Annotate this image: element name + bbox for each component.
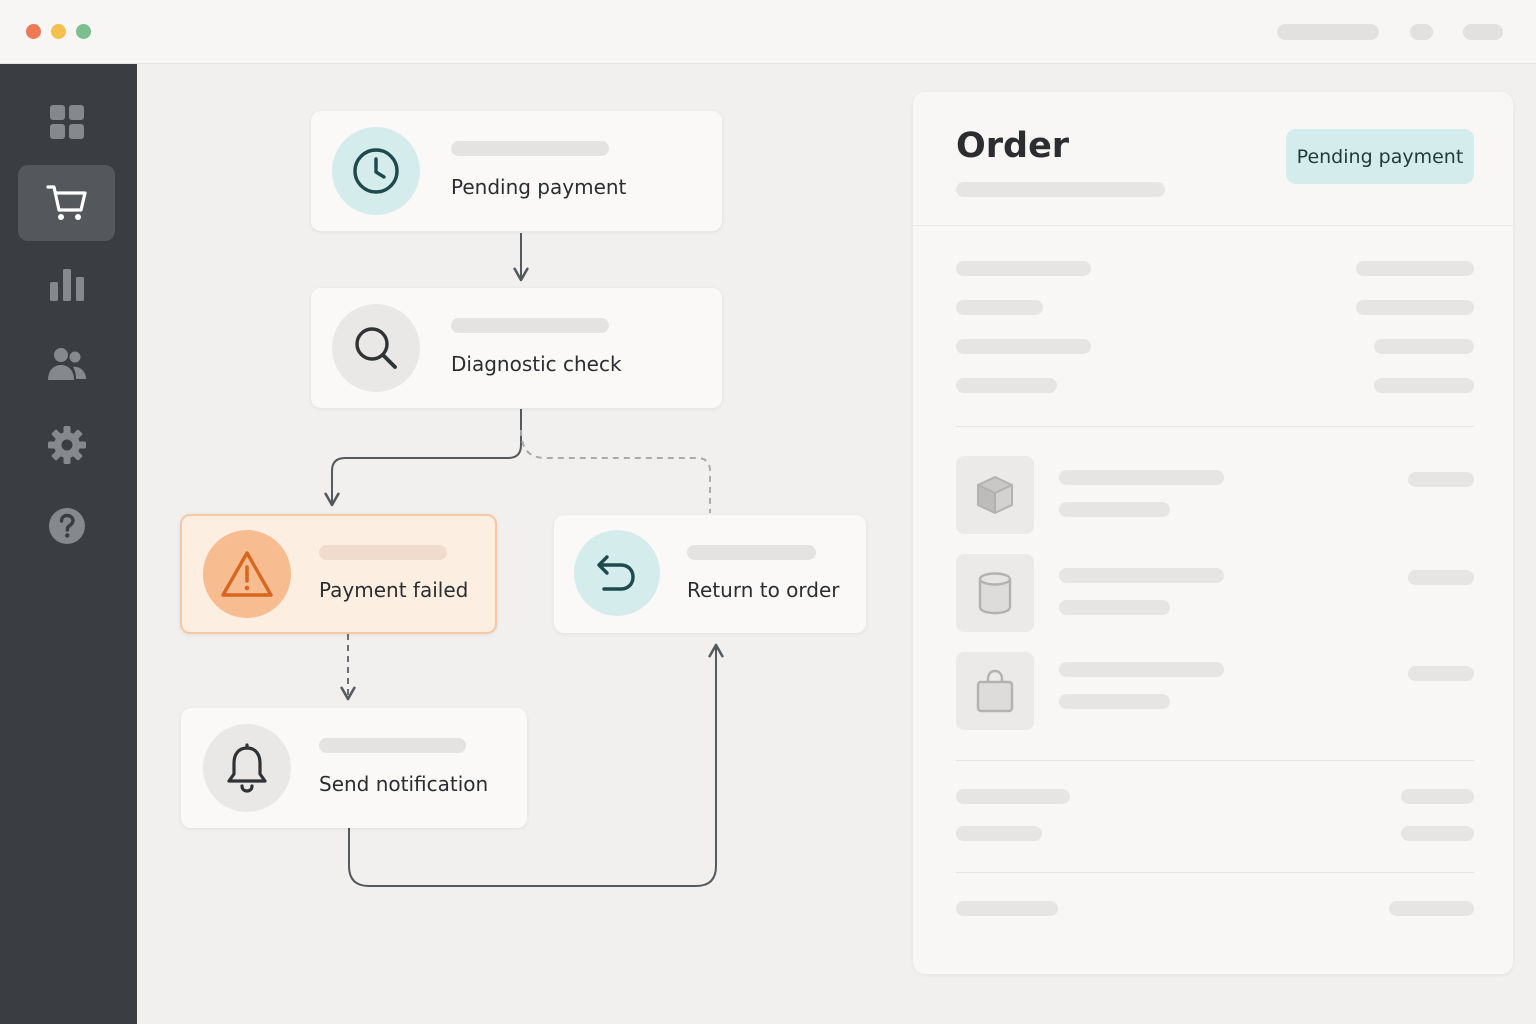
flow-node-pending-payment[interactable]: Pending payment: [311, 111, 722, 231]
totals-label-placeholder: [956, 789, 1070, 804]
totals-value-placeholder: [1401, 789, 1474, 804]
header-divider: [913, 225, 1513, 226]
bag-icon: [976, 669, 1014, 713]
summary-label-placeholder: [956, 339, 1091, 354]
node-placeholder: [451, 318, 609, 333]
node-placeholder: [319, 545, 447, 560]
order-panel: Order Pending payment: [913, 92, 1513, 974]
summary-value-placeholder: [1356, 300, 1474, 315]
users-icon: [47, 348, 86, 380]
sidebar-item-settings[interactable]: [18, 407, 115, 483]
node-label: Payment failed: [319, 578, 469, 602]
cart-icon: [45, 185, 87, 220]
line-item-price-placeholder: [1408, 666, 1474, 681]
node-icon-badge: [332, 127, 420, 215]
sidebar-item-orders[interactable]: [18, 165, 115, 241]
summary-label-placeholder: [956, 378, 1057, 393]
titlebar-placeholder: [1410, 24, 1433, 40]
sidebar-item-dashboard[interactable]: [18, 84, 115, 160]
line-item-title-placeholder: [1059, 568, 1224, 583]
node-placeholder: [687, 545, 816, 560]
line-item-sub-placeholder: [1059, 694, 1170, 709]
grid-icon: [49, 105, 84, 139]
sidebar: [0, 64, 137, 1024]
bar-chart-icon: [49, 269, 84, 301]
line-item-price-placeholder: [1408, 570, 1474, 585]
flow-node-diagnostic-check[interactable]: Diagnostic check: [311, 288, 722, 408]
window-close-button[interactable]: [26, 24, 41, 39]
sidebar-item-customers[interactable]: [18, 326, 115, 402]
line-item-sub-placeholder: [1059, 600, 1170, 615]
summary-label-placeholder: [956, 261, 1091, 276]
help-icon: [48, 508, 85, 544]
warning-icon: [221, 551, 273, 597]
window-titlebar: [0, 0, 1536, 64]
section-divider: [956, 760, 1474, 761]
connector-diagnostic-to-return: [520, 429, 711, 513]
window-maximize-button[interactable]: [76, 24, 91, 39]
node-label: Diagnostic check: [451, 352, 622, 376]
node-icon-badge: [332, 304, 420, 392]
grand-total-label-placeholder: [956, 901, 1058, 916]
line-item-title-placeholder: [1059, 470, 1224, 485]
clock-icon: [353, 148, 399, 194]
totals-value-placeholder: [1401, 826, 1474, 841]
summary-value-placeholder: [1374, 339, 1474, 354]
section-divider: [956, 872, 1474, 873]
line-item-price-placeholder: [1408, 472, 1474, 487]
line-item-thumbnail: [956, 652, 1034, 730]
node-label: Send notification: [319, 772, 489, 796]
sidebar-item-help[interactable]: [18, 488, 115, 564]
order-subtitle-placeholder: [956, 182, 1165, 197]
line-item-thumbnail: [956, 456, 1034, 534]
node-placeholder: [451, 141, 609, 156]
line-item-thumbnail: [956, 554, 1034, 632]
cylinder-icon: [978, 572, 1012, 615]
status-badge: Pending payment: [1286, 129, 1474, 184]
section-divider: [956, 426, 1474, 427]
sidebar-item-analytics[interactable]: [18, 246, 115, 322]
box-icon: [977, 476, 1013, 514]
search-icon: [355, 327, 397, 369]
node-icon-badge: [203, 530, 291, 618]
line-item-title-placeholder: [1059, 662, 1224, 677]
return-icon: [597, 555, 635, 591]
connector-diagnostic-to-failed: [324, 409, 522, 507]
flow-node-payment-failed[interactable]: Payment failed: [180, 514, 497, 634]
titlebar-placeholder: [1463, 24, 1503, 40]
line-item-sub-placeholder: [1059, 502, 1170, 517]
node-label: Pending payment: [451, 175, 627, 199]
summary-label-placeholder: [956, 300, 1043, 315]
gear-icon: [47, 426, 86, 464]
order-title: Order: [956, 126, 1070, 166]
totals-label-placeholder: [956, 826, 1042, 841]
summary-value-placeholder: [1356, 261, 1474, 276]
flow-node-send-notification[interactable]: Send notification: [181, 708, 527, 828]
grand-total-value-placeholder: [1389, 901, 1474, 916]
node-label: Return to order: [687, 578, 840, 602]
node-icon-badge: [574, 530, 660, 616]
summary-value-placeholder: [1374, 378, 1474, 393]
node-placeholder: [319, 738, 466, 753]
flow-node-return-to-order[interactable]: Return to order: [554, 515, 866, 633]
window-minimize-button[interactable]: [51, 24, 66, 39]
titlebar-placeholder: [1277, 24, 1379, 40]
bell-icon: [227, 743, 267, 793]
node-icon-badge: [203, 724, 291, 812]
